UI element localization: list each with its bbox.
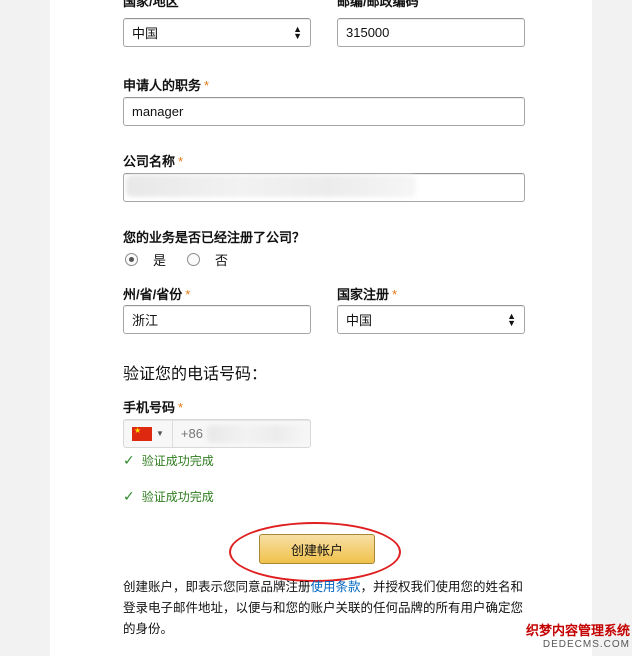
- required-mark: *: [178, 154, 184, 169]
- required-mark: *: [392, 287, 398, 302]
- registration-country-select[interactable]: 中国 ▲ ▼: [337, 305, 525, 334]
- company-name-label: 公司名称 *: [123, 154, 184, 169]
- legal-text-before: 创建账户，即表示您同意品牌注册: [123, 580, 311, 594]
- state-value: 浙江: [132, 313, 159, 328]
- select-arrows-icon: ▲ ▼: [507, 310, 516, 328]
- radio-selected-icon: [125, 253, 138, 266]
- required-mark: *: [178, 400, 184, 415]
- postal-code-input[interactable]: 315000: [337, 18, 525, 47]
- job-title-value: manager: [132, 104, 184, 119]
- watermark: 织梦内容管理系统 DEDECMS.COM: [526, 620, 630, 650]
- annotation-circle: [229, 522, 401, 582]
- verified-status-1: ✓ 验证成功完成: [123, 452, 214, 469]
- redacted-company-name: [126, 175, 416, 197]
- watermark-line2: DEDECMS.COM: [542, 639, 630, 650]
- registered-question: 您的业务是否已经注册了公司？: [123, 230, 306, 245]
- mobile-label: 手机号码 *: [123, 400, 184, 415]
- verified-text: 验证成功完成: [141, 490, 214, 504]
- checkmark-icon: ✓: [123, 488, 135, 504]
- radio-no[interactable]: 否: [187, 250, 228, 269]
- terms-of-use-link[interactable]: 使用条款: [311, 580, 361, 594]
- registration-country-label: 国家注册 *: [337, 287, 398, 302]
- radio-no-label: 否: [215, 253, 229, 268]
- radio-unselected-icon: [187, 253, 200, 266]
- verified-status-2: ✓ 验证成功完成: [123, 488, 214, 505]
- country-code-dropdown[interactable]: ▼: [124, 420, 173, 447]
- postal-code-value: 315000: [346, 25, 390, 40]
- select-arrows-icon: ▲ ▼: [293, 23, 302, 41]
- required-mark: *: [185, 287, 191, 302]
- mobile-input[interactable]: ▼ +86: [123, 419, 311, 448]
- redacted-phone-number: [206, 424, 307, 443]
- required-mark: *: [204, 78, 210, 93]
- caret-down-icon: ▼: [156, 429, 164, 438]
- legal-notice: 创建账户，即表示您同意品牌注册使用条款，并授权我们使用您的姓名和登录电子邮件地址…: [123, 577, 528, 640]
- job-title-input[interactable]: manager: [123, 97, 525, 126]
- country-label: 国家/地区: [123, 0, 179, 9]
- state-input[interactable]: 浙江: [123, 305, 311, 334]
- radio-yes-label: 是: [153, 253, 167, 268]
- dial-code: +86: [180, 426, 203, 441]
- registration-country-value: 中国: [346, 313, 373, 328]
- country-select-value: 中国: [132, 26, 159, 41]
- radio-yes[interactable]: 是: [125, 250, 166, 269]
- postal-label: 邮编/邮政编码: [337, 0, 419, 9]
- watermark-line1: 织梦内容管理系统: [525, 623, 630, 638]
- state-label: 州/省/省份 *: [123, 287, 191, 302]
- verified-text: 验证成功完成: [141, 454, 214, 468]
- phone-section-title: 验证您的电话号码：: [123, 366, 268, 383]
- checkmark-icon: ✓: [123, 452, 135, 468]
- country-select[interactable]: 中国 ▲ ▼: [123, 18, 311, 47]
- job-title-label: 申请人的职务 *: [123, 78, 210, 93]
- china-flag-icon: [132, 426, 152, 441]
